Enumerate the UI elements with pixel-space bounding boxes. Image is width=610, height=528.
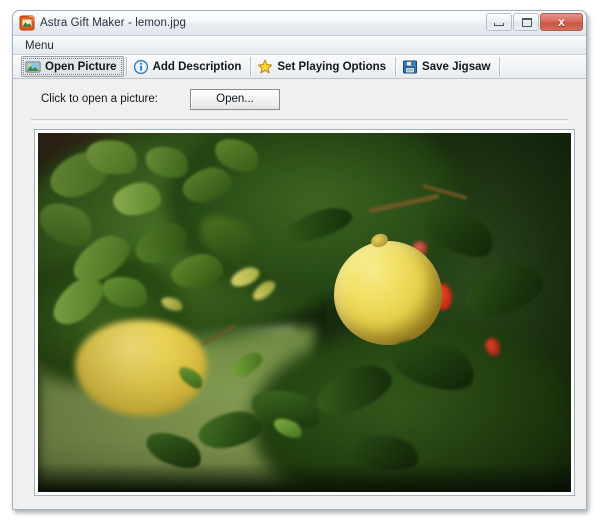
menu-item-menu[interactable]: Menu xyxy=(21,39,58,53)
menu-bar: Menu xyxy=(13,37,586,55)
toolbar-add-description-label: Add Description xyxy=(152,60,242,73)
info-icon xyxy=(133,59,149,75)
picture-app-icon xyxy=(19,15,35,31)
open-picture-label: Click to open a picture: xyxy=(41,93,158,105)
toolbar-save-jigsaw[interactable]: Save Jigsaw xyxy=(398,56,497,77)
toolbar-save-jigsaw-label: Save Jigsaw xyxy=(422,60,491,73)
window-title: Astra Gift Maker - lemon.jpg xyxy=(40,17,186,29)
minimize-button[interactable] xyxy=(486,13,512,31)
maximize-button[interactable] xyxy=(513,13,539,31)
toolbar-open-picture[interactable]: Open Picture xyxy=(21,56,124,77)
toolbar-set-playing-options-label: Set Playing Options xyxy=(277,60,387,73)
section-divider xyxy=(31,119,568,123)
toolbar-separator xyxy=(395,57,397,76)
save-icon xyxy=(402,59,418,75)
screen: Astra Gift Maker - lemon.jpg x Menu Open… xyxy=(0,0,610,528)
close-icon: x xyxy=(558,15,565,29)
toolbar-open-picture-label: Open Picture xyxy=(45,60,117,73)
toolbar-separator xyxy=(499,57,501,76)
minimize-icon xyxy=(494,23,504,26)
picture-frame xyxy=(34,129,575,496)
open-button[interactable]: Open... xyxy=(189,88,280,110)
toolbar: Open Picture Add Description Set Playing… xyxy=(13,55,586,79)
close-button[interactable]: x xyxy=(540,13,583,31)
title-bar[interactable]: Astra Gift Maker - lemon.jpg x xyxy=(13,11,586,36)
picture-icon xyxy=(25,59,41,75)
client-area: Menu Open Picture Add Description Set Pl… xyxy=(13,36,586,509)
toolbar-set-playing-options[interactable]: Set Playing Options xyxy=(253,56,393,77)
application-window: Astra Gift Maker - lemon.jpg x Menu Open… xyxy=(12,10,587,510)
toolbar-add-description[interactable]: Add Description xyxy=(129,56,249,77)
maximize-icon xyxy=(522,18,532,27)
toolbar-separator xyxy=(250,57,252,76)
toolbar-separator xyxy=(125,57,127,76)
content-panel: Click to open a picture: Open... xyxy=(13,79,586,508)
open-picture-row: Click to open a picture: Open... xyxy=(13,79,586,119)
star-icon xyxy=(257,59,273,75)
window-controls: x xyxy=(485,13,583,31)
photo-vignette xyxy=(38,133,571,492)
picture-preview[interactable] xyxy=(38,133,571,492)
